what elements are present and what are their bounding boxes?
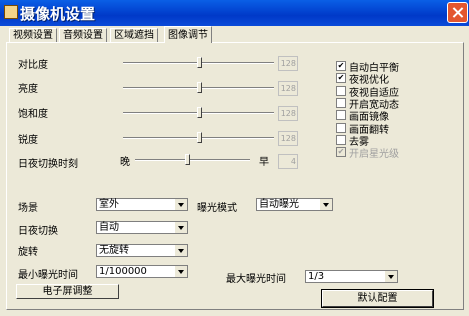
- flip-checkbox[interactable]: [336, 122, 346, 133]
- rotation-select[interactable]: 无旋转: [96, 244, 188, 257]
- auto-white-balance-checkbox[interactable]: ✔: [336, 61, 346, 71]
- electronic-screen-adjust-button[interactable]: 电子屏调整: [16, 284, 119, 299]
- rotation-label: 旋转: [18, 247, 38, 258]
- min-exposure-value: 1/100000: [99, 266, 147, 277]
- wide-dynamic-range-checkbox[interactable]: [336, 97, 346, 108]
- defog-checkbox[interactable]: [336, 134, 346, 145]
- saturation-slider-thumb[interactable]: [196, 107, 202, 118]
- day-night-switch-value: 自动: [99, 222, 119, 233]
- saturation-label: 饱和度: [18, 109, 48, 120]
- max-exposure-label: 最大曝光时间: [226, 274, 286, 285]
- starlight-label: 开启星光级: [349, 149, 399, 161]
- starlight-checkbox: ✔: [336, 147, 346, 158]
- default-config-button[interactable]: 默认配置: [321, 289, 434, 308]
- min-exposure-label: 最小曝光时间: [18, 270, 78, 281]
- brightness-slider-thumb[interactable]: [196, 82, 202, 93]
- day-night-value: 4: [278, 154, 298, 169]
- scene-label: 场景: [18, 203, 38, 214]
- chevron-down-icon[interactable]: [174, 266, 187, 277]
- max-exposure-select[interactable]: 1/3: [305, 270, 398, 283]
- day-night-slider[interactable]: [135, 159, 250, 161]
- day-night-switch-select[interactable]: 自动: [96, 221, 188, 234]
- contrast-value: 128: [278, 56, 298, 71]
- night-vision-adaptive-checkbox[interactable]: [336, 85, 346, 96]
- morning-label: 早: [259, 157, 269, 168]
- saturation-value: 128: [278, 106, 298, 121]
- mirror-checkbox[interactable]: [336, 110, 346, 121]
- sharpness-slider-thumb[interactable]: [196, 132, 202, 143]
- contrast-label: 对比度: [18, 60, 48, 71]
- day-night-switch-label: 日夜切换: [18, 226, 58, 237]
- day-night-time-label: 日夜切换时刻: [18, 159, 78, 170]
- sharpness-value: 128: [278, 131, 298, 146]
- night-vision-optimize-checkbox[interactable]: ✔: [336, 73, 346, 84]
- chevron-down-icon[interactable]: [174, 199, 187, 210]
- tab-region-mask[interactable]: 区域遮挡: [110, 28, 158, 42]
- tab-audio-settings[interactable]: 音频设置: [59, 28, 107, 42]
- sharpness-label: 锐度: [18, 135, 38, 146]
- brightness-label: 亮度: [18, 84, 38, 95]
- chevron-down-icon[interactable]: [319, 199, 332, 210]
- chevron-down-icon[interactable]: [174, 222, 187, 233]
- tab-image-adjust[interactable]: 图像调节: [164, 26, 212, 43]
- chevron-down-icon[interactable]: [174, 245, 187, 256]
- exposure-mode-value: 自动曝光: [259, 199, 299, 210]
- brightness-value: 128: [278, 81, 298, 96]
- tab-video-settings[interactable]: 视频设置: [9, 28, 57, 42]
- title-bar: 摄像机设置: [0, 0, 469, 26]
- night-label: 晚: [120, 157, 130, 168]
- scene-select[interactable]: 室外: [96, 198, 188, 211]
- max-exposure-value: 1/3: [308, 271, 325, 282]
- min-exposure-select[interactable]: 1/100000: [96, 265, 188, 278]
- app-icon: [4, 5, 18, 19]
- contrast-slider-thumb[interactable]: [196, 57, 202, 68]
- window-title: 摄像机设置: [20, 5, 96, 23]
- rotation-value: 无旋转: [99, 245, 129, 256]
- exposure-mode-select[interactable]: 自动曝光: [256, 198, 333, 211]
- scene-value: 室外: [99, 199, 119, 210]
- close-button[interactable]: [447, 2, 468, 23]
- exposure-mode-label: 曝光模式: [197, 203, 237, 214]
- chevron-down-icon[interactable]: [384, 271, 397, 282]
- day-night-slider-thumb[interactable]: [184, 154, 190, 165]
